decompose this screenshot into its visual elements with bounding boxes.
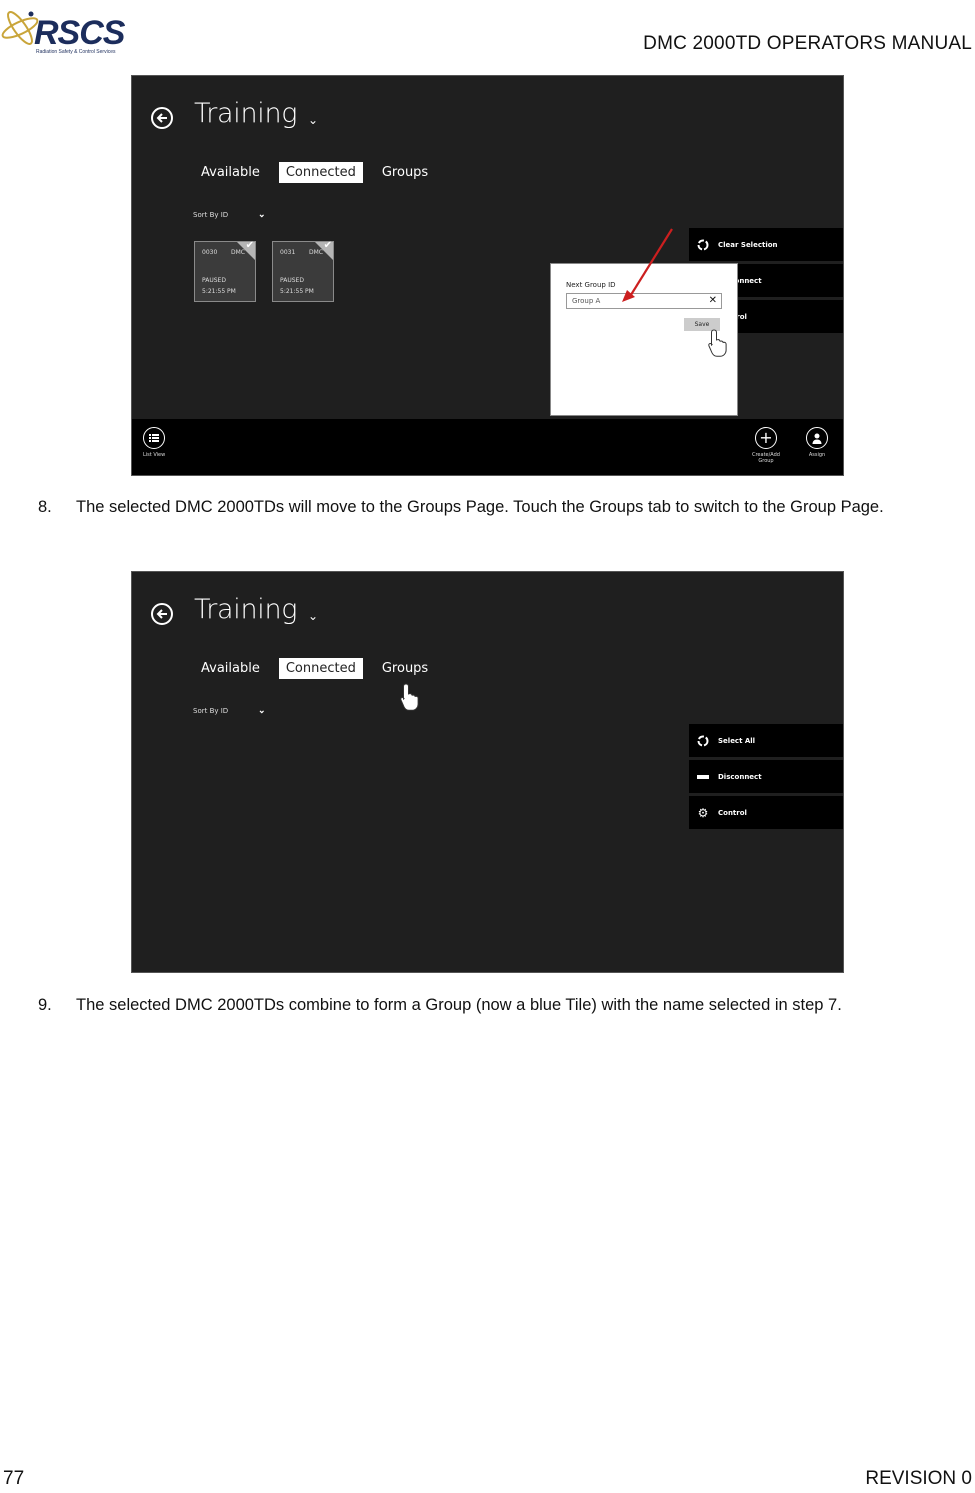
sort-dropdown[interactable]: Sort By ID — [193, 211, 228, 219]
tab-available[interactable]: Available — [194, 658, 267, 679]
checkmark-icon: ✔ — [323, 240, 332, 251]
hand-pointer-icon — [400, 683, 419, 711]
screenshot-create-group: Training ⌄ Available Connected Groups So… — [131, 75, 844, 476]
group-id-value: Group A — [572, 297, 601, 305]
device-tile[interactable]: 0030 DMC ✔ PAUSED 5:21:55 PM — [194, 240, 256, 302]
checkmark-icon: ✔ — [245, 240, 254, 251]
screenshot-groups-tab: Training ⌄ Available Connected Groups So… — [131, 571, 844, 973]
select-all-button[interactable]: Select All — [689, 724, 843, 757]
sort-dropdown[interactable]: Sort By ID — [193, 707, 228, 715]
list-view-button[interactable]: List View — [143, 427, 165, 458]
clear-selection-button[interactable]: Clear Selection — [689, 228, 843, 261]
chevron-down-icon[interactable]: ⌄ — [258, 705, 266, 716]
step-text: The selected DMC 2000TDs will move to th… — [76, 498, 884, 516]
revision-label: REVISION 0 — [865, 1468, 972, 1489]
tab-available[interactable]: Available — [194, 162, 267, 183]
tab-connected[interactable]: Connected — [278, 162, 363, 183]
logo-tagline: Radiation Safety & Control Services — [36, 49, 116, 55]
document-header-title: DMC 2000TD OPERATORS MANUAL — [643, 33, 972, 54]
control-button[interactable]: ⚙ Control — [689, 796, 843, 829]
gear-icon: ⚙ — [697, 805, 709, 820]
tile-time: 5:21:55 PM — [280, 288, 314, 295]
tab-bar: Available Connected Groups — [194, 658, 447, 679]
back-arrow-icon[interactable] — [151, 107, 173, 129]
step-text: The selected DMC 2000TDs combine to form… — [76, 996, 842, 1014]
step-8: 8. The selected DMC 2000TDs will move to… — [38, 494, 968, 521]
person-icon — [806, 427, 828, 449]
tile-status: PAUSED — [280, 277, 304, 284]
back-arrow-icon[interactable] — [151, 603, 173, 625]
select-all-label: Select All — [718, 736, 756, 745]
tab-groups[interactable]: Groups — [375, 162, 435, 183]
app-title: Training — [194, 594, 298, 625]
step-number: 8. — [38, 498, 52, 516]
tab-groups[interactable]: Groups — [375, 658, 435, 679]
chevron-down-icon[interactable]: ⌄ — [308, 609, 318, 623]
assign-label: Assign — [808, 452, 826, 458]
tab-connected[interactable]: Connected — [278, 658, 363, 679]
rscs-logo: RSCS Radiation Safety & Control Services — [0, 0, 130, 62]
tile-status: PAUSED — [202, 277, 226, 284]
create-group-label: Create/Add Group — [752, 452, 780, 464]
tile-id: 0031 — [280, 249, 296, 256]
list-view-icon — [143, 427, 166, 449]
tile-time: 5:21:55 PM — [202, 288, 236, 295]
tab-bar: Available Connected Groups — [194, 162, 447, 183]
clear-input-icon[interactable]: ✕ — [709, 295, 717, 306]
create-add-group-button[interactable]: + Create/Add Group — [749, 427, 783, 464]
step-number: 9. — [38, 996, 52, 1014]
next-group-id-label: Next Group ID — [566, 281, 616, 289]
clear-selection-icon — [697, 239, 709, 251]
clear-selection-label: Clear Selection — [718, 240, 778, 249]
disconnect-button[interactable]: Disconnect — [689, 760, 843, 793]
disconnect-label: Disconnect — [718, 772, 762, 781]
control-label: Control — [718, 808, 747, 817]
tile-id: 0030 — [202, 249, 218, 256]
page-number: 77 — [3, 1468, 25, 1489]
app-title: Training — [194, 98, 298, 129]
list-view-label: List View — [143, 452, 166, 458]
command-panel: Select All Disconnect ⚙ Control — [689, 724, 843, 832]
chevron-down-icon[interactable]: ⌄ — [308, 113, 318, 127]
plus-icon: + — [755, 427, 777, 449]
select-all-icon — [697, 735, 709, 747]
app-bar: List View + Create/Add Group Assign — [132, 419, 843, 475]
group-id-input[interactable]: Group A ✕ — [566, 293, 722, 309]
assign-button[interactable]: Assign — [806, 427, 828, 458]
logo-text: RSCS — [34, 14, 125, 52]
step-9: 9. The selected DMC 2000TDs combine to f… — [38, 992, 968, 1019]
device-tile[interactable]: 0031 DMC ✔ PAUSED 5:21:55 PM — [272, 240, 334, 302]
chevron-down-icon[interactable]: ⌄ — [258, 209, 266, 220]
hand-pointer-icon — [708, 329, 727, 357]
disconnect-icon — [697, 771, 709, 783]
